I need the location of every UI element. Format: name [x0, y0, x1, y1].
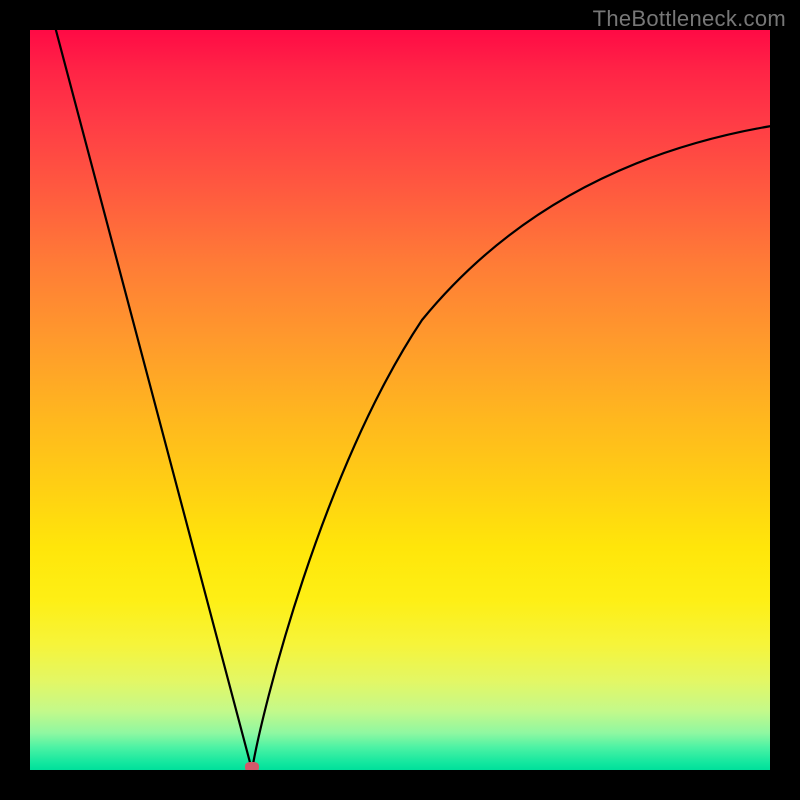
chart-frame: TheBottleneck.com: [0, 0, 800, 800]
curve-path: [56, 30, 770, 770]
min-marker: [245, 762, 259, 770]
plot-area: [30, 30, 770, 770]
watermark-text: TheBottleneck.com: [593, 6, 786, 32]
curve-layer: [30, 30, 770, 770]
